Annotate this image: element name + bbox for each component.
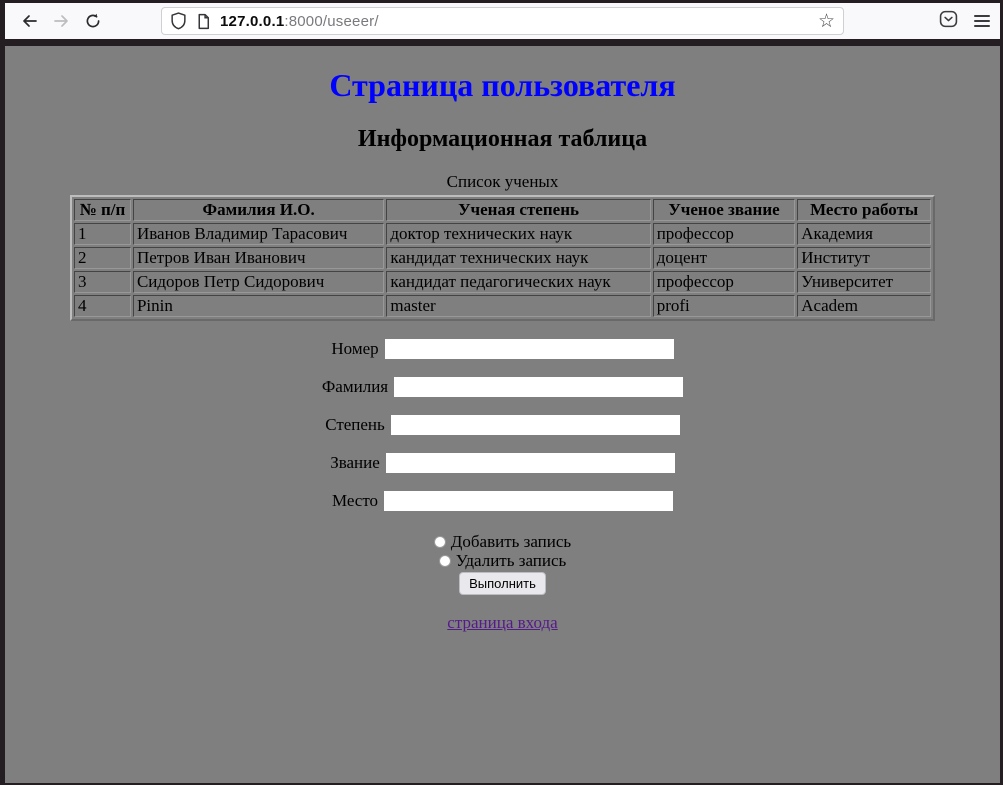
forward-arrow-icon <box>53 13 70 29</box>
cell-rank: профессор <box>653 223 796 245</box>
cell-number: 1 <box>74 223 131 245</box>
add-record-label: Добавить запись <box>451 532 571 552</box>
scientists-table: № п/п Фамилия И.О. Ученая степень Ученое… <box>70 195 935 321</box>
table-row: 1 Иванов Владимир Тарасович доктор техни… <box>74 223 931 245</box>
cell-surname: Петров Иван Иванович <box>133 247 384 269</box>
number-input[interactable] <box>385 339 674 359</box>
header-number: № п/п <box>74 199 131 221</box>
cell-degree: доктор технических наук <box>386 223 650 245</box>
header-workplace: Место работы <box>797 199 931 221</box>
cell-number: 3 <box>74 271 131 293</box>
header-surname: Фамилия И.О. <box>133 199 384 221</box>
forward-button[interactable] <box>45 6 77 36</box>
window-frame-separator <box>5 39 1000 46</box>
degree-input[interactable] <box>391 415 680 435</box>
reload-button[interactable] <box>77 6 109 36</box>
number-label: Номер <box>331 339 378 359</box>
back-arrow-icon <box>21 13 38 29</box>
table-header-row: № п/п Фамилия И.О. Ученая степень Ученое… <box>74 199 931 221</box>
cell-workplace: Университет <box>797 271 931 293</box>
cell-surname: Сидоров Петр Сидорович <box>133 271 384 293</box>
cell-degree: кандидат педагогических наук <box>386 271 650 293</box>
radio-row-add: Добавить запись <box>5 532 1000 551</box>
surname-label: Фамилия <box>322 377 388 397</box>
table-row: 2 Петров Иван Иванович кандидат техничес… <box>74 247 931 269</box>
cell-degree: master <box>386 295 650 317</box>
place-input[interactable] <box>384 491 673 511</box>
degree-label: Степень <box>325 415 385 435</box>
cell-degree: кандидат технических наук <box>386 247 650 269</box>
add-record-radio[interactable] <box>434 536 446 548</box>
delete-record-label: Удалить запись <box>456 551 567 571</box>
place-label: Место <box>332 491 378 511</box>
rank-label: Звание <box>330 453 380 473</box>
cell-workplace: Academ <box>797 295 931 317</box>
login-page-link[interactable]: страница входа <box>447 613 557 632</box>
action-radio-group: Добавить запись Удалить запись <box>5 532 1000 570</box>
delete-record-radio[interactable] <box>439 555 451 567</box>
bookmark-star-icon[interactable]: ☆ <box>816 12 837 31</box>
cell-surname: Pinin <box>133 295 384 317</box>
url-domain: 127.0.0.1 <box>220 13 284 30</box>
cell-rank: profi <box>653 295 796 317</box>
form-row-rank: Звание <box>5 453 1000 473</box>
cell-rank: профессор <box>653 271 796 293</box>
page-content: Страница пользователя Информационная таб… <box>5 46 1000 783</box>
table-row: 3 Сидоров Петр Сидорович кандидат педаго… <box>74 271 931 293</box>
radio-row-delete: Удалить запись <box>5 551 1000 570</box>
form-row-surname: Фамилия <box>5 377 1000 397</box>
reload-icon <box>85 13 101 29</box>
cell-number: 2 <box>74 247 131 269</box>
form-row-number: Номер <box>5 339 1000 359</box>
url-text: 127.0.0.1:8000/useeer/ <box>220 13 816 30</box>
form-row-place: Место <box>5 491 1000 511</box>
cell-number: 4 <box>74 295 131 317</box>
browser-toolbar: 127.0.0.1:8000/useeer/ ☆ <box>5 3 1000 39</box>
url-bar[interactable]: 127.0.0.1:8000/useeer/ ☆ <box>161 7 844 35</box>
form-row-degree: Степень <box>5 415 1000 435</box>
menu-hamburger-icon[interactable] <box>974 15 990 27</box>
table-caption: Список ученых <box>5 172 1000 192</box>
table-row: 4 Pinin master profi Academ <box>74 295 931 317</box>
rank-input[interactable] <box>386 453 675 473</box>
link-row: страница входа <box>5 613 1000 633</box>
back-button[interactable] <box>13 6 45 36</box>
page-icon[interactable] <box>196 13 211 30</box>
header-degree: Ученая степень <box>386 199 650 221</box>
shield-icon[interactable] <box>170 12 187 30</box>
page-subtitle: Информационная таблица <box>5 126 1000 153</box>
toolbar-right-group <box>939 10 990 33</box>
execute-button[interactable]: Выполнить <box>459 572 546 595</box>
browser-window: 127.0.0.1:8000/useeer/ ☆ Страница пользо… <box>0 0 1003 785</box>
cell-surname: Иванов Владимир Тарасович <box>133 223 384 245</box>
surname-input[interactable] <box>394 377 683 397</box>
header-rank: Ученое звание <box>653 199 796 221</box>
submit-row: Выполнить <box>5 572 1000 595</box>
cell-workplace: Академия <box>797 223 931 245</box>
pocket-icon[interactable] <box>939 10 958 33</box>
url-path: :8000/useeer/ <box>284 13 378 30</box>
cell-rank: доцент <box>653 247 796 269</box>
cell-workplace: Институт <box>797 247 931 269</box>
page-title: Страница пользователя <box>5 67 1000 104</box>
